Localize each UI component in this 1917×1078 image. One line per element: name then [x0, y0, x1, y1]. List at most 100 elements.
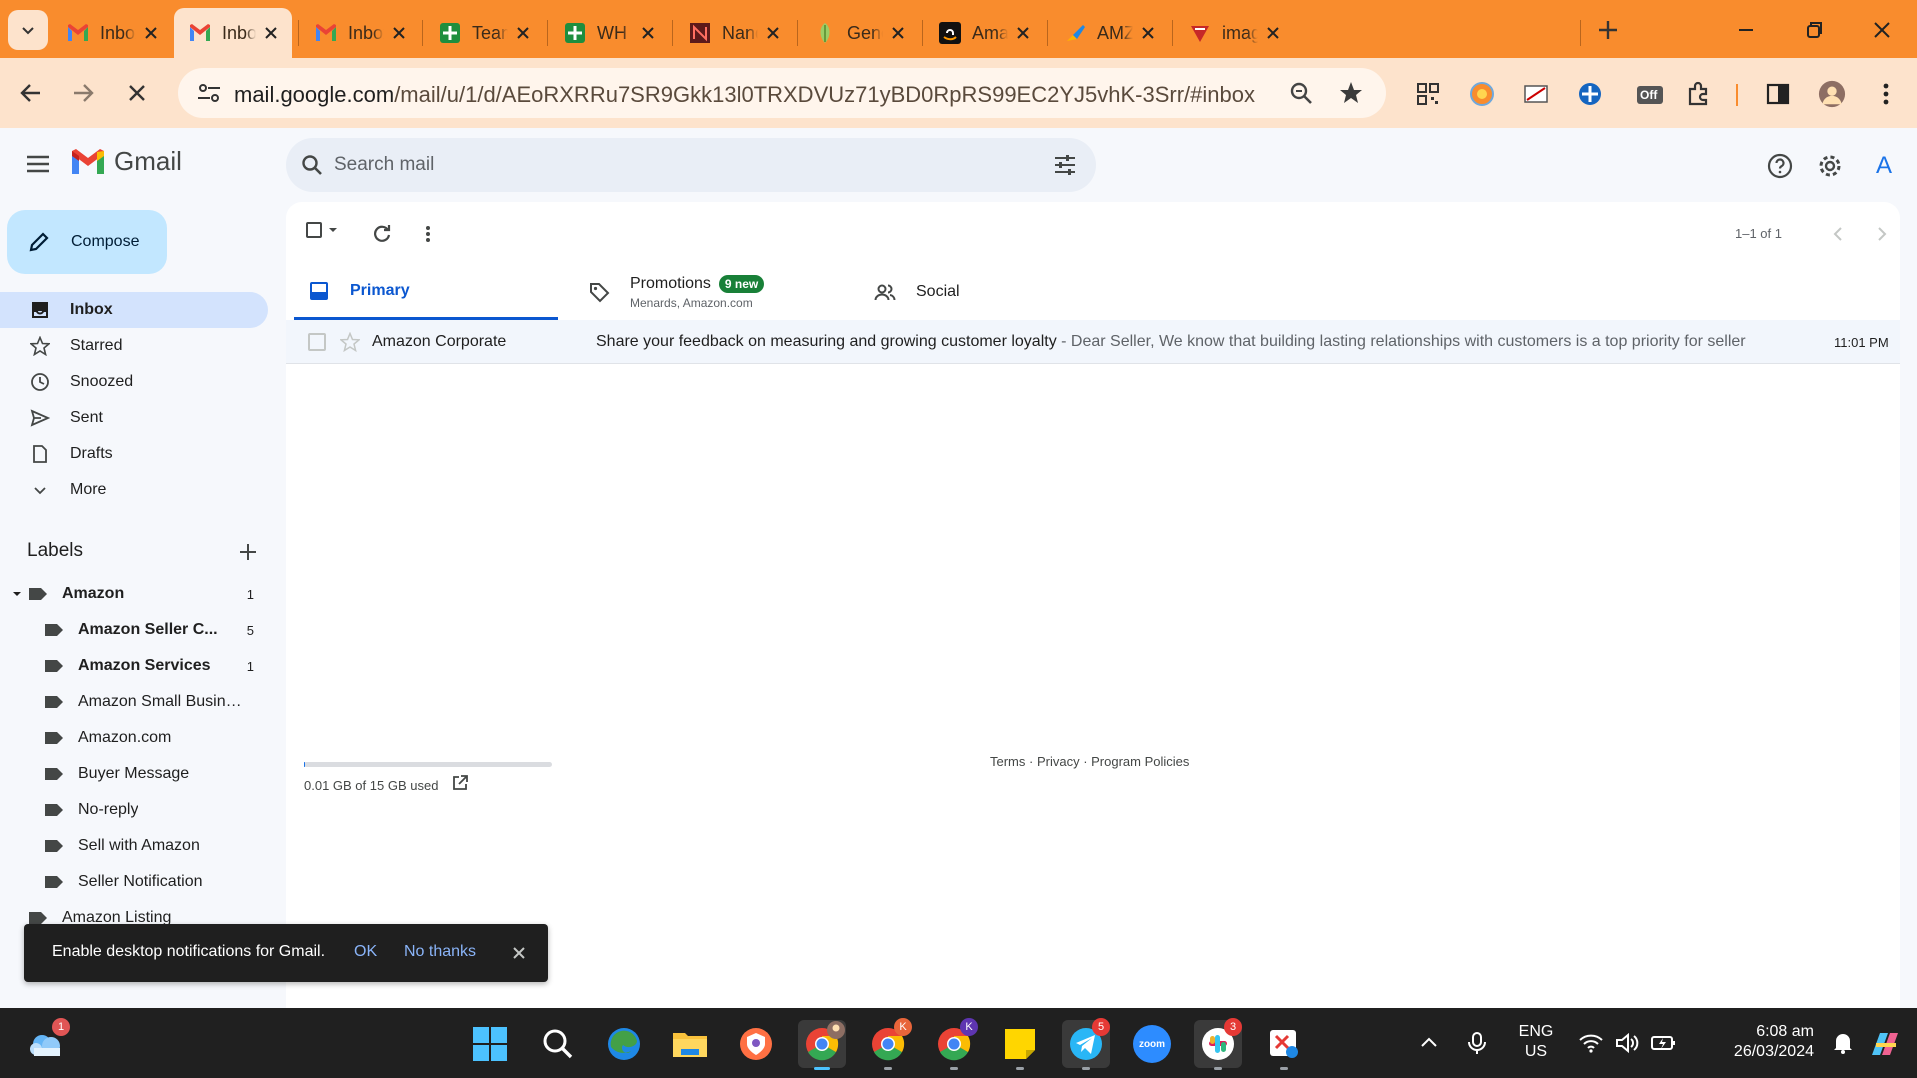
new-tab-icon[interactable]: [1592, 14, 1624, 46]
terms-link[interactable]: Terms: [990, 754, 1025, 769]
close-tab-icon[interactable]: [639, 24, 657, 42]
privacy-link[interactable]: Privacy: [1037, 754, 1080, 769]
close-tab-icon[interactable]: [390, 24, 408, 42]
sidebar-item-inbox[interactable]: Inbox: [0, 292, 268, 328]
browser-tab[interactable]: Team: [424, 8, 544, 58]
label-item[interactable]: No-reply: [0, 792, 268, 828]
label-item[interactable]: Amazon Services 1: [0, 648, 268, 684]
sidebar-item-snoozed[interactable]: Snoozed: [0, 364, 268, 400]
battery-charging-icon[interactable]: [1650, 1031, 1676, 1055]
tab-search-button[interactable]: [8, 10, 48, 50]
tab-primary[interactable]: Primary: [294, 264, 558, 320]
close-window-icon[interactable]: [1866, 14, 1898, 46]
label-item[interactable]: Seller Notification: [0, 864, 268, 900]
start-button[interactable]: [466, 1020, 514, 1068]
browser-tab[interactable]: WH In: [549, 8, 669, 58]
weather-widget[interactable]: 1: [22, 1018, 70, 1068]
close-tab-icon[interactable]: [1139, 24, 1157, 42]
snipping-tool-app[interactable]: [1260, 1020, 1308, 1070]
close-tab-icon[interactable]: [1264, 24, 1282, 42]
collapse-caret-icon[interactable]: [12, 589, 22, 599]
wifi-icon[interactable]: [1578, 1031, 1604, 1055]
email-row[interactable]: Amazon Corporate Share your feedback on …: [286, 320, 1900, 364]
select-all-control[interactable]: [306, 222, 340, 238]
close-tab-icon[interactable]: [514, 24, 532, 42]
search-icon[interactable]: [300, 153, 324, 177]
zoom-icon[interactable]: [1288, 80, 1314, 106]
close-tab-icon[interactable]: [262, 24, 280, 42]
taskbar-search-button[interactable]: [534, 1020, 582, 1068]
refresh-icon[interactable]: [370, 222, 394, 246]
puzzle-blue-extension-icon[interactable]: [1576, 80, 1604, 108]
address-bar[interactable]: mail.google.com/mail/u/1/d/AEoRXRRu7SR9G…: [178, 68, 1386, 118]
extensions-puzzle-icon[interactable]: [1684, 80, 1712, 108]
tab-social[interactable]: Social: [874, 264, 1138, 320]
site-info-icon[interactable]: [194, 81, 224, 105]
label-item[interactable]: Amazon.com: [0, 720, 268, 756]
file-explorer-app[interactable]: [666, 1020, 714, 1068]
slack-app[interactable]: 3: [1194, 1018, 1242, 1070]
label-item[interactable]: Sell with Amazon: [0, 828, 268, 864]
star-icon[interactable]: [340, 332, 360, 352]
volume-icon[interactable]: [1614, 1031, 1640, 1055]
orange-circle-extension-icon[interactable]: [1468, 80, 1496, 108]
edge-app[interactable]: [600, 1020, 648, 1068]
profile-avatar-icon[interactable]: [1818, 80, 1846, 108]
next-page-icon[interactable]: [1870, 222, 1894, 246]
sidebar-item-sent[interactable]: Sent: [0, 400, 268, 436]
browser-tab[interactable]: Gener: [799, 8, 919, 58]
prev-page-icon[interactable]: [1826, 222, 1850, 246]
minimize-icon[interactable]: [1730, 14, 1762, 46]
back-button[interactable]: [12, 74, 50, 112]
browser-tab[interactable]: Nand: [674, 8, 794, 58]
restore-icon[interactable]: [1798, 14, 1830, 46]
close-icon[interactable]: [510, 944, 528, 962]
forward-button[interactable]: [64, 74, 102, 112]
snackbar-ok-button[interactable]: OK: [354, 943, 377, 961]
qr-code-extension-icon[interactable]: [1414, 80, 1442, 108]
telegram-app[interactable]: 5: [1062, 1018, 1110, 1070]
label-item[interactable]: Amazon Small Busine...: [0, 684, 268, 720]
sidebar-item-starred[interactable]: Starred: [0, 328, 268, 364]
gmail-logo[interactable]: Gmail: [70, 146, 182, 177]
close-tab-icon[interactable]: [889, 24, 907, 42]
tab-promotions[interactable]: Promotions 9 new Menards, Amazon.com: [588, 264, 852, 320]
bookmark-star-icon[interactable]: [1338, 80, 1364, 106]
browser-menu-icon[interactable]: [1872, 80, 1900, 108]
sidebar-item-drafts[interactable]: Drafts: [0, 436, 268, 472]
search-input[interactable]: [334, 150, 1014, 180]
settings-gear-icon[interactable]: [1816, 152, 1844, 180]
browser-tab[interactable]: Inbox: [174, 8, 292, 58]
chrome-app-profile-2[interactable]: K: [864, 1018, 912, 1070]
label-item[interactable]: Amazon Seller C... 5: [0, 612, 268, 648]
browser-tab[interactable]: image: [1174, 8, 1294, 58]
help-icon[interactable]: [1766, 152, 1794, 180]
vpn-app[interactable]: [732, 1020, 780, 1068]
account-avatar[interactable]: A: [1866, 148, 1902, 184]
copilot-button[interactable]: [1860, 1020, 1910, 1068]
label-item[interactable]: Buyer Message: [0, 756, 268, 792]
snackbar-no-thanks-button[interactable]: No thanks: [404, 943, 476, 961]
stop-loading-button[interactable]: [118, 74, 156, 112]
microphone-icon[interactable]: [1464, 1031, 1490, 1055]
search-options-icon[interactable]: [1052, 152, 1078, 178]
close-tab-icon[interactable]: [142, 24, 160, 42]
browser-tab[interactable]: AMZ: [1049, 8, 1169, 58]
show-hidden-icons-chevron-icon[interactable]: [1416, 1031, 1442, 1055]
email-checkbox[interactable]: [308, 333, 326, 351]
close-tab-icon[interactable]: [764, 24, 782, 42]
chrome-app-profile-3[interactable]: K: [930, 1018, 978, 1070]
sidebar-item-more[interactable]: More: [0, 472, 268, 508]
main-menu-icon[interactable]: [24, 152, 52, 176]
side-panel-icon[interactable]: [1764, 80, 1792, 108]
sticky-notes-app[interactable]: [996, 1020, 1044, 1070]
language-indicator[interactable]: ENG US: [1510, 1022, 1562, 1062]
notification-bell-icon[interactable]: [1830, 1031, 1856, 1055]
compose-button[interactable]: Compose: [7, 210, 167, 274]
zoom-app[interactable]: zoom: [1128, 1020, 1176, 1068]
more-vert-icon[interactable]: [416, 222, 440, 246]
browser-tab[interactable]: Amaz: [924, 8, 1044, 58]
browser-tab[interactable]: Inbox: [52, 8, 172, 58]
close-tab-icon[interactable]: [1014, 24, 1032, 42]
select-all-checkbox[interactable]: [306, 222, 322, 238]
